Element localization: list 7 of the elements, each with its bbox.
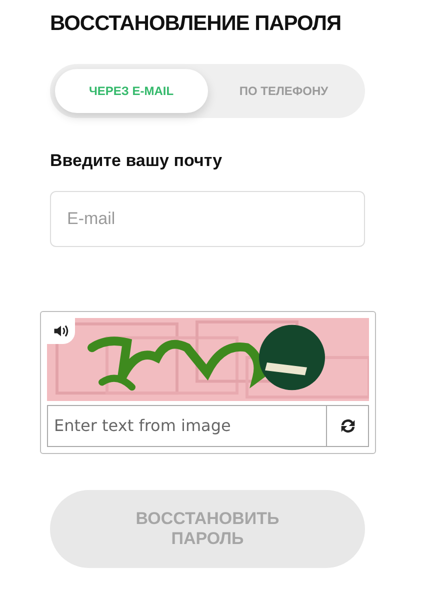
email-field[interactable]: E-mail <box>50 191 365 247</box>
refresh-icon[interactable] <box>327 405 369 447</box>
captcha-input[interactable]: Enter text from image <box>47 405 327 447</box>
page-title: ВОССТАНОВЛЕНИЕ ПАРОЛЯ <box>50 11 342 37</box>
method-tab[interactable]: ПО ТЕЛЕФОНУ <box>208 68 360 112</box>
email-label: Введите вашу почту <box>50 150 224 172</box>
method-tab[interactable]: ЧЕРЕЗ E-MAIL <box>55 68 208 112</box>
